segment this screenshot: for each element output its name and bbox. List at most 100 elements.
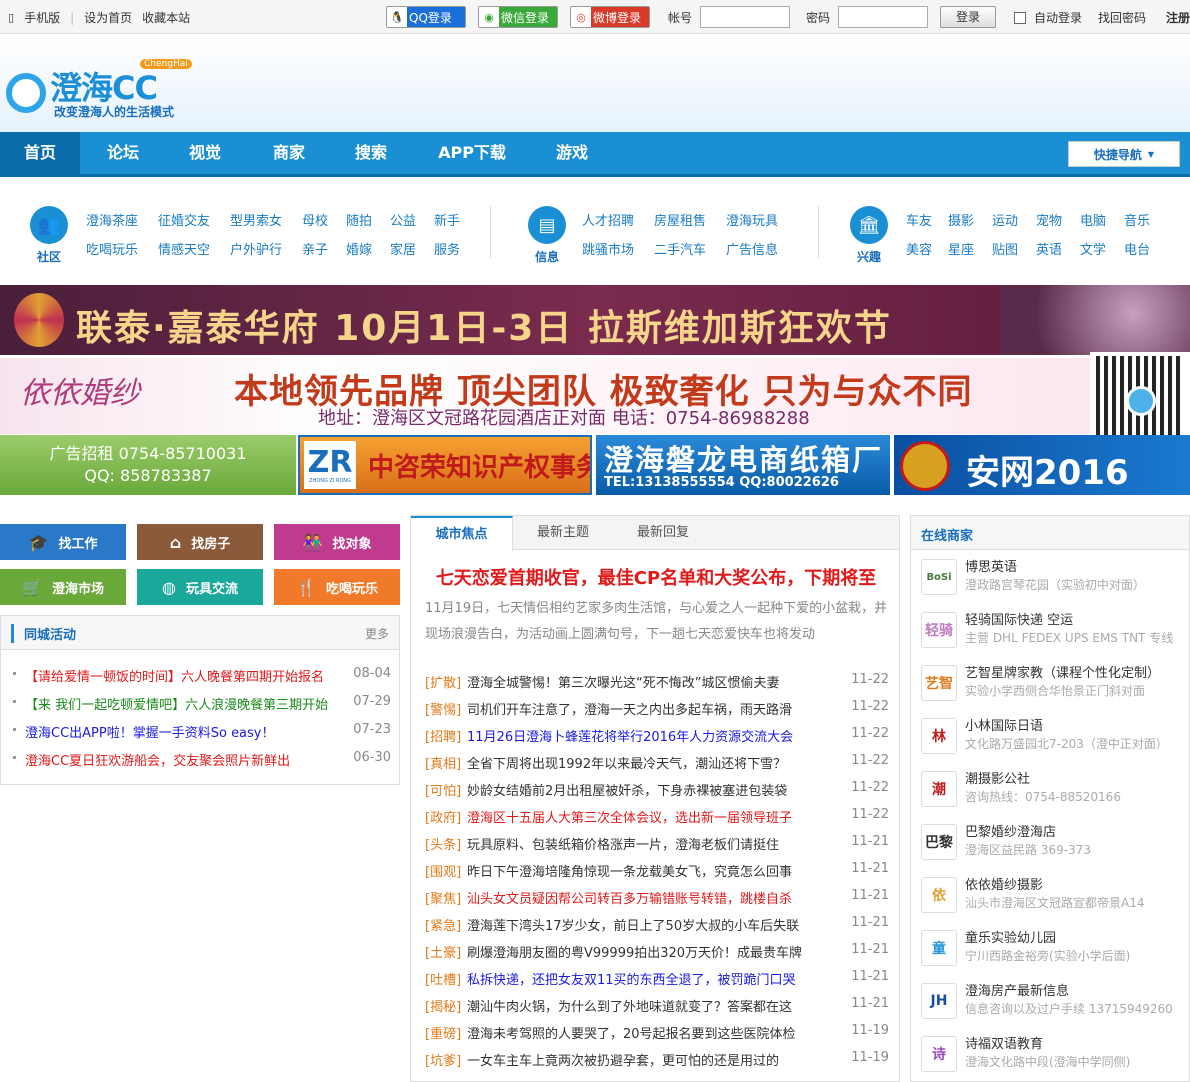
ad-anwang[interactable]: 安网2016 <box>894 435 1190 495</box>
cat-link[interactable]: 服务 <box>434 239 478 258</box>
news-tag[interactable]: [吐槽] <box>425 969 461 988</box>
tile-toys[interactable]: ◍ 玩具交流 <box>137 569 263 605</box>
merchant-item[interactable]: BoSi 博思英语 澄政路宫琴花园（实验初中对面） <box>921 556 1189 602</box>
news-row[interactable]: [吐槽] 私拆快递，还把女友双11买的东西全退了，被罚跪门口哭 11-21 <box>425 967 889 989</box>
merchant-item[interactable]: 轻骑 轻骑国际快递 空运 主营 DHL FEDEX UPS EMS TNT 专线 <box>921 609 1189 655</box>
register-link[interactable]: 注册 <box>1166 9 1190 26</box>
news-row[interactable]: [头条] 玩具原料、包装纸箱价格涨声一片，澄海老板们请挺住 11-21 <box>425 832 889 854</box>
auto-login-checkbox[interactable] <box>1014 11 1026 24</box>
news-row[interactable]: [聚焦] 汕头女文员疑因帮公司转百多万输错账号转错，跳楼自杀 11-21 <box>425 886 889 908</box>
nav-item-home[interactable]: 首页 <box>0 132 80 174</box>
news-row[interactable]: [紧急] 澄海莲下湾头17岁少女，前日上了50岁大叔的小车后失联 11-21 <box>425 913 889 935</box>
banner-yiyi-wedding[interactable]: 依依婚纱 本地领先品牌 顶尖团队 极致奢化 只为与众不同 地址：澄海区文冠路花园… <box>0 358 1090 434</box>
merchant-item[interactable]: JH 澄海房产最新信息 信息咨询以及过户手续 13715949260 <box>921 980 1189 1026</box>
news-title[interactable]: 澄海莲下湾头17岁少女，前日上了50岁大叔的小车后失联 <box>467 915 837 934</box>
cat-link[interactable]: 户外驴行 <box>230 239 302 258</box>
news-tag[interactable]: [重磅] <box>425 1023 461 1042</box>
news-row[interactable]: [可怕] 妙龄女结婚前2月出租屋被奸杀，下身赤裸被塞进包装袋 11-22 <box>425 778 889 800</box>
news-title[interactable]: 一女车主车上竟两次被扔避孕套，更可怕的还是用过的 <box>467 1050 837 1069</box>
cat-link[interactable]: 公益 <box>390 210 434 229</box>
ad-rent[interactable]: 广告招租 0754-85710031 QQ: 858783387 <box>0 435 296 495</box>
news-title[interactable]: 澄海全城警惕！第三次曝光这“死不悔改”城区惯偷夫妻 <box>467 672 837 691</box>
banner-liantai[interactable]: 联泰·嘉泰华府 10月1日-3日 拉斯维加斯狂欢节 <box>0 285 1190 355</box>
cat-link[interactable]: 吃喝玩乐 <box>86 239 158 258</box>
merchant-name[interactable]: 澄海房产最新信息 <box>965 980 1069 999</box>
cat-link[interactable]: 车友 <box>906 210 948 229</box>
news-tag[interactable]: [警惕] <box>425 699 461 718</box>
nav-item-search[interactable]: 搜索 <box>332 132 410 174</box>
news-title[interactable]: 妙龄女结婚前2月出租屋被奸杀，下身赤裸被塞进包装袋 <box>467 780 837 799</box>
cat-link[interactable]: 广告信息 <box>726 239 798 258</box>
cat-link[interactable]: 母校 <box>302 210 346 229</box>
cat-link[interactable]: 征婚交友 <box>158 210 230 229</box>
news-tag[interactable]: [土豪] <box>425 942 461 961</box>
merchant-name[interactable]: 艺智星牌家教（课程个性化定制） <box>965 662 1160 681</box>
cat-link[interactable]: 宠物 <box>1036 210 1080 229</box>
cat-link[interactable]: 婚嫁 <box>346 239 390 258</box>
merchant-name[interactable]: 童乐实验幼儿园 <box>965 927 1056 946</box>
merchant-name[interactable]: 依依婚纱摄影 <box>965 874 1043 893</box>
nav-item-merchants[interactable]: 商家 <box>250 132 328 174</box>
merchant-name[interactable]: 轻骑国际快递 空运 <box>965 609 1073 628</box>
news-title[interactable]: 全省下周将出现1992年以来最冷天气，潮汕还将下雪？ <box>467 753 837 772</box>
news-tag[interactable]: [揭秘] <box>425 996 461 1015</box>
quick-nav-button[interactable]: 快捷导航 ▼ <box>1068 141 1180 167</box>
cat-link[interactable]: 英语 <box>1036 239 1080 258</box>
cat-link[interactable]: 跳骚市场 <box>582 239 654 258</box>
ad-panlong[interactable]: 澄海磐龙电商纸箱厂 TEL:13138555554 QQ:80022626 <box>596 435 890 495</box>
merchant-item[interactable]: 诗诗福双语教育 澄海文化路中段(澄海中学同侧) <box>921 1033 1189 1079</box>
cat-link[interactable]: 运动 <box>992 210 1036 229</box>
news-tag[interactable]: [招聘] <box>425 726 461 745</box>
item-text[interactable]: 澄海CC夏日狂欢游船会，交友聚会照片新鲜出 <box>25 750 290 769</box>
interest-label[interactable]: 兴趣 <box>850 248 888 265</box>
login-button[interactable]: 登录 <box>940 6 996 28</box>
cat-link[interactable]: 音乐 <box>1124 210 1168 229</box>
nav-item-forum[interactable]: 论坛 <box>84 132 162 174</box>
tile-find-partner[interactable]: 👫 找对象 <box>274 524 400 560</box>
merchant-name[interactable]: 巴黎婚纱澄海店 <box>965 821 1056 840</box>
info-label[interactable]: 信息 <box>528 248 566 265</box>
news-tag[interactable]: [真相] <box>425 753 461 772</box>
news-title[interactable]: 11月26日澄海卜蜂莲花将举行2016年人力资源交流大会 <box>467 726 837 745</box>
tile-market[interactable]: 🛒 澄海市场 <box>0 569 126 605</box>
news-tag[interactable]: [聚焦] <box>425 888 461 907</box>
cat-link[interactable]: 美容 <box>906 239 948 258</box>
news-tag[interactable]: [紧急] <box>425 915 461 934</box>
item-text[interactable]: 【请给爱情一顿饭的时间】六人晚餐第四期开始报名 <box>25 666 324 685</box>
merchant-name[interactable]: 诗福双语教育 <box>965 1033 1043 1052</box>
more-link[interactable]: 更多 <box>365 625 389 642</box>
cat-link[interactable]: 电脑 <box>1080 210 1124 229</box>
qq-login-button[interactable]: 🐧 QQ登录 <box>386 6 466 28</box>
news-tag[interactable]: [政府] <box>425 807 461 826</box>
news-tag[interactable]: [坑爹] <box>425 1050 461 1069</box>
news-tag[interactable]: [围观] <box>425 861 461 880</box>
news-title[interactable]: 司机们开车注意了，澄海一天之内出多起车祸，雨天路滑 <box>467 699 837 718</box>
headline[interactable]: 七天恋爱首期收官，最佳CP名单和大奖公布，下期将至 <box>411 564 899 590</box>
merchant-name[interactable]: 小林国际日语 <box>965 715 1043 734</box>
news-row[interactable]: [真相] 全省下周将出现1992年以来最冷天气，潮汕还将下雪？ 11-22 <box>425 751 889 773</box>
cat-link[interactable]: 家居 <box>390 239 434 258</box>
news-title[interactable]: 澄海未考驾照的人要哭了，20号起报名要到这些医院体检 <box>467 1023 837 1042</box>
merchant-item[interactable]: 潮潮摄影公社 咨询热线：0754-88520166 <box>921 768 1189 814</box>
news-title[interactable]: 玩具原料、包装纸箱价格涨声一片，澄海老板们请挺住 <box>467 834 837 853</box>
news-row[interactable]: [土豪] 刷爆澄海朋友圈的粤V99999拍出320万天价！成最贵车牌 11-21 <box>425 940 889 962</box>
news-tag[interactable]: [头条] <box>425 834 461 853</box>
nav-item-app[interactable]: APP下载 <box>426 132 518 174</box>
tile-find-job[interactable]: 🎓 找工作 <box>0 524 126 560</box>
news-row[interactable]: [警惕] 司机们开车注意了，澄海一天之内出多起车祸，雨天路滑 11-22 <box>425 697 889 719</box>
list-item[interactable]: 【来 我们一起吃顿爱情吧】六人浪漫晚餐第三期开始 07-29 <box>9 692 391 713</box>
tile-food-fun[interactable]: 🍴 吃喝玩乐 <box>274 569 400 605</box>
cat-link[interactable]: 人才招聘 <box>582 210 654 229</box>
news-tag[interactable]: [扩散] <box>425 672 461 691</box>
item-text[interactable]: 澄海CC出APP啦！掌握一手资料So easy！ <box>25 722 275 741</box>
cat-link[interactable]: 亲子 <box>302 239 346 258</box>
cat-link[interactable]: 情感天空 <box>158 239 230 258</box>
weibo-login-button[interactable]: ◎ 微博登录 <box>570 6 650 28</box>
merchant-item[interactable]: 巴黎 巴黎婚纱澄海店 澄海区益民路 369-373 <box>921 821 1189 867</box>
community-label[interactable]: 社区 <box>30 248 68 265</box>
cat-link[interactable]: 二手汽车 <box>654 239 726 258</box>
bookmark-link[interactable]: 收藏本站 <box>142 9 190 26</box>
tab-city-focus[interactable]: 城市焦点 <box>411 516 513 551</box>
item-text[interactable]: 【来 我们一起吃顿爱情吧】六人浪漫晚餐第三期开始 <box>25 694 328 713</box>
news-title[interactable]: 汕头女文员疑因帮公司转百多万输错账号转错，跳楼自杀 <box>467 888 837 907</box>
